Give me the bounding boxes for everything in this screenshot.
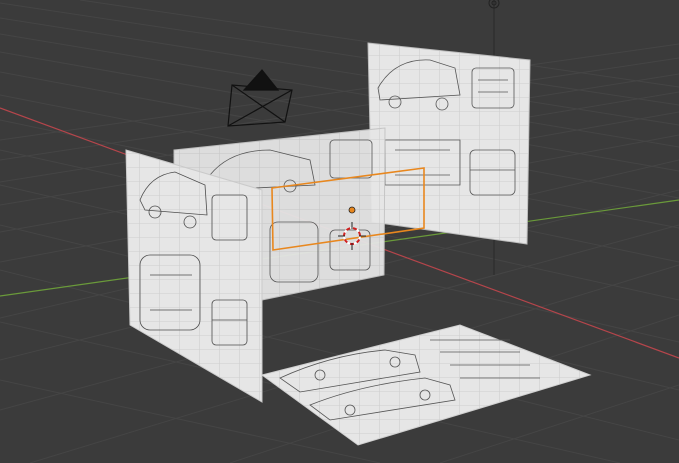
3d-viewport[interactable]: [0, 0, 679, 463]
reference-image-back[interactable]: [367, 42, 531, 245]
viewport-scene[interactable]: [0, 0, 679, 463]
